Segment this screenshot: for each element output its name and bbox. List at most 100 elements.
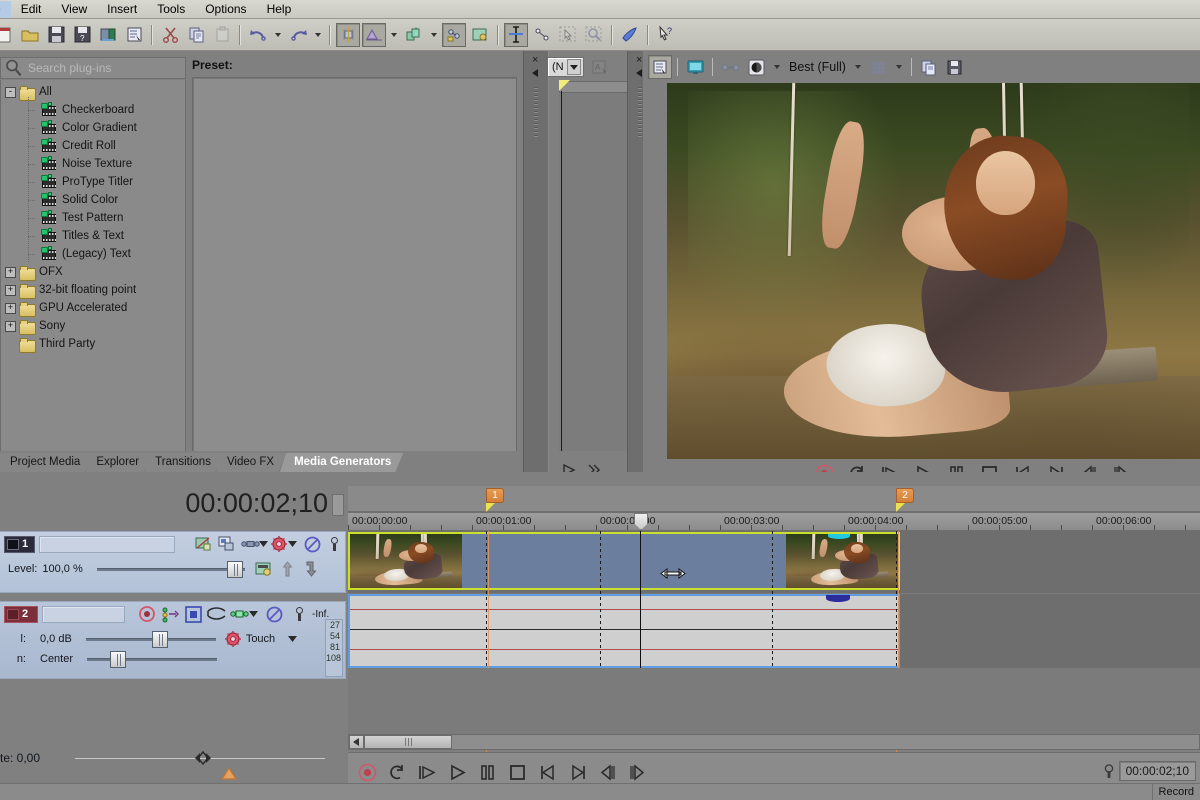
automation-mode-label[interactable]: Touch — [246, 633, 275, 645]
arm-for-record-icon[interactable] — [138, 605, 156, 623]
track-number-video[interactable]: 1 — [4, 535, 36, 553]
pan-slider[interactable] — [87, 650, 218, 668]
tree-item-legacy-text[interactable]: (Legacy) Text — [1, 241, 185, 263]
tree-folder-gpu-accelerated[interactable]: + GPU Accelerated — [1, 299, 185, 317]
redo-icon[interactable] — [286, 23, 310, 47]
tree-folder-third-party[interactable]: Third Party — [1, 335, 185, 353]
level-slider[interactable] — [96, 560, 245, 578]
preview-video-frame[interactable] — [667, 83, 1200, 459]
pan-value[interactable]: Center — [40, 653, 73, 665]
tab-transitions[interactable]: Transitions — [145, 453, 223, 472]
level-slider-thumb[interactable] — [226, 560, 243, 578]
track-name-input[interactable] — [42, 605, 125, 623]
record-button[interactable] — [356, 761, 379, 784]
automation-dropdown-icon[interactable] — [428, 23, 440, 47]
level-value[interactable]: 100,0 % — [42, 563, 82, 575]
next-frame-button[interactable] — [626, 761, 649, 784]
quality-dropdown-icon[interactable] — [770, 55, 783, 79]
tab-video-fx[interactable]: Video FX — [217, 453, 286, 472]
track-solo-icon[interactable] — [327, 535, 343, 553]
whats-this-help-icon[interactable]: ? — [654, 23, 678, 47]
paint-tool-icon[interactable] — [618, 23, 642, 47]
zoom-edit-tool-icon[interactable] — [582, 23, 606, 47]
save-as-icon[interactable]: ? — [70, 23, 94, 47]
track-mute-icon[interactable] — [265, 605, 283, 623]
copy-icon[interactable] — [184, 23, 208, 47]
cut-scissors-icon[interactable] — [158, 23, 182, 47]
audio-envelope-icon[interactable] — [206, 605, 225, 623]
audio-meter[interactable]: 27 54 81 108 — [325, 619, 343, 677]
child-composite-icon[interactable] — [303, 560, 321, 578]
go-to-start-button[interactable] — [536, 761, 559, 784]
open-folder-icon[interactable] — [18, 23, 42, 47]
timecode-spinner[interactable] — [332, 494, 344, 516]
collapse-arrow-icon[interactable] — [636, 69, 642, 77]
menu-edit[interactable]: Edit — [11, 1, 52, 18]
track-name-input[interactable] — [39, 535, 176, 553]
rate-slider-thumb[interactable] — [185, 750, 221, 766]
undo-dropdown-icon[interactable] — [272, 23, 284, 47]
save-snapshot-to-file-icon[interactable] — [943, 55, 967, 79]
preset-list[interactable] — [192, 77, 517, 471]
bypass-fx-icon[interactable] — [468, 23, 492, 47]
audio-track-header[interactable]: 2 -Inf. l: 0,0 dB Touch n: Center 27 54 … — [0, 601, 346, 679]
plugin-tree[interactable]: - All Checkerboard Color Gradient Credit… — [0, 80, 186, 497]
trimmer-display[interactable] — [559, 93, 631, 451]
cursor-timecode-display[interactable]: 00:00:02;10 — [0, 488, 340, 522]
new-project-icon[interactable] — [0, 23, 16, 47]
track-compositing-mode-icon[interactable] — [241, 535, 260, 553]
scrollbar-thumb[interactable] — [364, 735, 452, 749]
menu-view[interactable]: View — [51, 1, 97, 18]
audio-clip-fade-handle[interactable] — [826, 595, 850, 602]
video-event-clip[interactable] — [348, 532, 900, 590]
menu-tools[interactable]: Tools — [147, 1, 195, 18]
tree-expander-icon[interactable]: + — [5, 302, 16, 314]
previous-frame-button[interactable] — [596, 761, 619, 784]
selection-edit-tool-icon[interactable] — [556, 23, 580, 47]
track-mute-icon[interactable] — [304, 535, 321, 553]
audio-track-lane[interactable] — [348, 594, 1200, 668]
marker-bar[interactable]: 1 2 — [348, 486, 1200, 782]
lock-envelopes-icon[interactable] — [442, 22, 466, 47]
collapse-arrow-icon[interactable] — [532, 69, 538, 77]
normal-edit-tool-icon[interactable] — [504, 22, 528, 47]
video-track-header[interactable]: 1 Level: 100,0 % — [0, 531, 346, 593]
paste-icon[interactable] — [210, 23, 234, 47]
stop-button[interactable] — [506, 761, 529, 784]
undo-icon[interactable] — [246, 23, 270, 47]
clip-fade-out-handle[interactable] — [828, 534, 850, 539]
trimmer-source-combo[interactable]: (N — [547, 57, 584, 77]
project-video-properties-icon[interactable] — [648, 55, 672, 79]
split-screen-view-icon[interactable] — [718, 55, 742, 79]
phase-dropdown-icon[interactable] — [248, 605, 258, 623]
automation-settings-icon[interactable] — [402, 23, 426, 47]
track-fx-icon[interactable] — [161, 605, 179, 623]
tab-explorer[interactable]: Explorer — [86, 453, 151, 472]
timeline-horizontal-scrollbar[interactable] — [348, 734, 1200, 750]
close-icon[interactable]: × — [532, 54, 538, 66]
track-phase-icon[interactable] — [229, 605, 249, 623]
preview-quality-label[interactable]: Best (Full) — [784, 60, 851, 74]
input-monitor-icon[interactable] — [184, 605, 202, 623]
preview-on-external-monitor-icon[interactable] — [683, 55, 707, 79]
playhead-handle[interactable] — [634, 513, 648, 530]
tab-project-media[interactable]: Project Media — [0, 453, 92, 472]
dock-grip-icon[interactable] — [638, 87, 642, 137]
redo-dropdown-icon[interactable] — [312, 23, 324, 47]
auto-ripple-dropdown-icon[interactable] — [388, 23, 400, 47]
tab-media-generators[interactable]: Media Generators — [280, 453, 403, 472]
media-properties-icon[interactable]: A — [588, 55, 612, 79]
menu-insert[interactable]: Insert — [97, 1, 147, 18]
bypass-motion-blur-icon[interactable] — [255, 560, 273, 578]
tree-expander-icon[interactable]: + — [5, 320, 16, 332]
render-as-icon[interactable] — [96, 23, 120, 47]
pan-slider-thumb[interactable] — [110, 650, 127, 668]
track-number-audio[interactable]: 2 — [4, 605, 38, 623]
envelope-edit-tool-icon[interactable] — [530, 23, 554, 47]
tree-expander-icon[interactable]: - — [5, 86, 16, 98]
search-plugins-container[interactable]: Search plug-ins — [0, 57, 186, 79]
volume-slider[interactable] — [85, 630, 216, 648]
parent-composite-icon[interactable] — [279, 560, 297, 578]
timeline-ruler[interactable]: 00:00:00:00 00:00:01:00 00:00:02:00 00:0… — [348, 512, 1200, 531]
copy-snapshot-to-clipboard-icon[interactable] — [917, 55, 941, 79]
